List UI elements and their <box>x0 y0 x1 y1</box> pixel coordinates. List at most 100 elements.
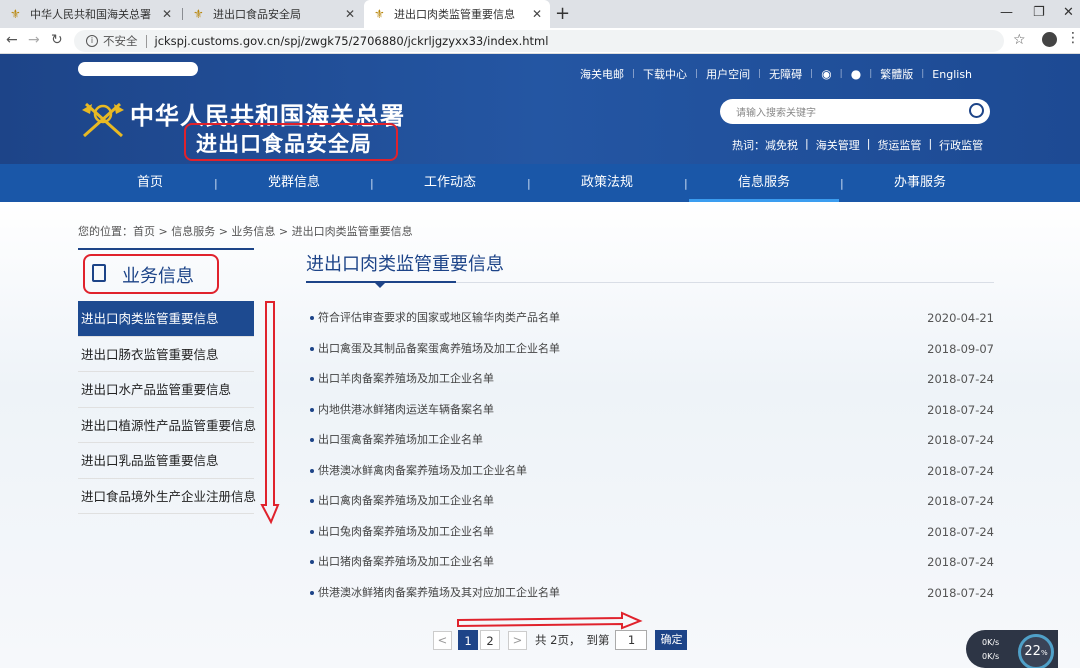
browser-tab[interactable]: ⚜ 中华人民共和国海关总署 ✕ <box>0 0 180 28</box>
list-item-title[interactable]: 供港澳冰鲜猪肉备案养殖场及其对应加工企业名单 <box>318 578 560 609</box>
sidebar-item-casing[interactable]: 进出口肠衣监管重要信息 <box>78 337 254 372</box>
profile-avatar-icon[interactable] <box>1042 32 1057 47</box>
bullet-icon <box>310 316 314 320</box>
confirm-button[interactable]: 确定 <box>655 630 688 650</box>
list-item[interactable]: 出口禽肉备案养殖场及加工企业名单 2018-07-24 <box>310 486 994 517</box>
info-icon[interactable]: i <box>86 35 98 47</box>
list-item-title[interactable]: 出口禽肉备案养殖场及加工企业名单 <box>318 486 494 517</box>
link-accessibility[interactable]: 无障碍 <box>769 66 802 82</box>
list-item[interactable]: 出口猪肉备案养殖场及加工企业名单 2018-07-24 <box>310 547 994 578</box>
sidebar-item-meat[interactable]: 进出口肉类监管重要信息 <box>78 301 254 337</box>
browser-menu-icon[interactable]: ⋮ <box>1066 30 1080 46</box>
page-number[interactable]: 2 <box>480 630 500 650</box>
list-item-title[interactable]: 出口蛋禽备案养殖场加工企业名单 <box>318 425 483 456</box>
restore-icon[interactable]: ❐ <box>1033 5 1045 20</box>
hot-word[interactable]: 减免税 <box>765 137 798 153</box>
browser-tab-bar: ⚜ 中华人民共和国海关总署 ✕ ⚜ 进出口食品安全局 ✕ ⚜ 进出口肉类监管重要… <box>0 0 1080 28</box>
list-item-title[interactable]: 内地供港冰鲜猪肉运送车辆备案名单 <box>318 395 494 426</box>
list-item-title[interactable]: 出口兔肉备案养殖场及加工企业名单 <box>318 517 494 548</box>
divider: | <box>695 69 699 79</box>
nav-info-service[interactable]: 信息服务 <box>689 164 839 202</box>
list-item[interactable]: 出口蛋禽备案养殖场加工企业名单 2018-07-24 <box>310 425 994 456</box>
breadcrumb[interactable]: 您的位置：首页 > 信息服务 > 业务信息 > 进出口肉类监管重要信息 <box>78 223 413 239</box>
nav-party[interactable]: 党群信息 <box>219 164 369 202</box>
sidebar-item-dairy[interactable]: 进出口乳品监管重要信息 <box>78 443 254 479</box>
bullet-icon <box>310 560 314 564</box>
bullet-icon <box>310 346 314 351</box>
info-list: 符合评估审查要求的国家或地区输华肉类产品名单 2020-04-21 出口禽蛋及其制… <box>310 303 994 608</box>
divider <box>145 34 147 48</box>
browser-tab-active[interactable]: ⚜ 进出口肉类监管重要信息 ✕ <box>364 0 550 28</box>
divider: | <box>869 69 873 79</box>
minimize-icon[interactable]: — <box>1000 5 1013 20</box>
nav-services[interactable]: 办事服务 <box>845 164 995 202</box>
divider: | <box>214 177 218 190</box>
close-tab-icon[interactable]: ✕ <box>162 7 172 21</box>
list-item-title[interactable]: 出口禽蛋及其制品备案蛋禽养殖场及加工企业名单 <box>318 334 560 365</box>
hot-word[interactable]: 行政监管 <box>939 137 983 153</box>
bullet-icon <box>310 499 314 503</box>
link-user-space[interactable]: 用户空间 <box>706 66 750 82</box>
nav-policy[interactable]: 政策法规 <box>532 164 682 202</box>
page-number-current[interactable]: 1 <box>458 630 478 650</box>
search-placeholder: 请输入搜索关键字 <box>736 108 816 119</box>
network-speed-widget[interactable]: 0K/s 0K/s 22% <box>966 630 1058 668</box>
list-item-title[interactable]: 出口羊肉备案养殖场及加工企业名单 <box>318 364 494 395</box>
list-item[interactable]: 出口羊肉备案养殖场及加工企业名单 2018-07-24 <box>310 364 994 395</box>
wechat-icon[interactable]: ● <box>851 67 861 81</box>
list-item[interactable]: 出口兔肉备案养殖场及加工企业名单 2018-07-24 <box>310 517 994 548</box>
customs-emblem-icon <box>82 102 124 138</box>
weibo-icon[interactable]: ◉ <box>821 67 831 81</box>
link-english[interactable]: English <box>932 68 972 81</box>
list-item-date: 2018-07-24 <box>927 555 994 569</box>
bullet-icon <box>310 407 314 412</box>
next-page-button[interactable]: > <box>508 630 527 650</box>
divider: | <box>758 69 762 79</box>
reload-icon[interactable]: ↻ <box>51 32 63 48</box>
bookmark-star-icon[interactable]: ☆ <box>1013 32 1026 48</box>
list-item-date: 2018-07-24 <box>927 463 994 478</box>
nav-work[interactable]: 工作动态 <box>375 164 525 202</box>
bullet-icon <box>310 529 314 534</box>
link-traditional[interactable]: 繁體版 <box>880 66 913 82</box>
link-download[interactable]: 下载中心 <box>643 66 687 82</box>
sidebar-item-registration[interactable]: 进口食品境外生产企业注册信息 <box>78 479 256 514</box>
list-item[interactable]: 供港澳冰鲜猪肉备案养殖场及其对应加工企业名单 2018-07-24 <box>310 578 994 609</box>
list-item[interactable]: 出口禽蛋及其制品备案蛋禽养殖场及加工企业名单 2018-09-07 <box>310 334 994 365</box>
browser-tab[interactable]: ⚜ 进出口食品安全局 ✕ <box>183 0 363 28</box>
forward-icon[interactable]: → <box>28 32 40 48</box>
close-tab-icon[interactable]: ✕ <box>532 7 542 21</box>
top-links: 海关电邮 | 下载中心 | 用户空间 | 无障碍 | ◉ | ● | 繁體版 |… <box>580 66 972 82</box>
divider: | <box>840 177 844 190</box>
goto-label: 到第 <box>586 633 610 647</box>
goto-page-input[interactable]: 1 <box>615 630 648 650</box>
prev-page-button[interactable]: < <box>433 630 452 650</box>
list-item[interactable]: 供港澳冰鲜禽肉备案养殖场及加工企业名单 2018-07-24 <box>310 456 994 487</box>
nav-home[interactable]: 首页 <box>75 164 225 202</box>
search-icon[interactable] <box>969 103 984 118</box>
address-bar-row: ← → ↻ i 不安全 jckspj.customs.gov.cn/spj/zw… <box>0 28 1080 54</box>
list-item-title[interactable]: 出口猪肉备案养殖场及加工企业名单 <box>318 547 494 578</box>
tab-title: 进出口肉类监管重要信息 <box>394 8 515 21</box>
list-item-title[interactable]: 供港澳冰鲜禽肉备案养殖场及加工企业名单 <box>318 456 527 487</box>
sidebar-item-aquatic[interactable]: 进出口水产品监管重要信息 <box>78 372 254 408</box>
new-tab-icon[interactable]: + <box>555 3 570 24</box>
sidebar-list: 进出口肉类监管重要信息 进出口肠衣监管重要信息 进出口水产品监管重要信息 进出口… <box>78 301 256 514</box>
search-input[interactable]: 请输入搜索关键字 <box>720 99 990 124</box>
list-item[interactable]: 符合评估审查要求的国家或地区输华肉类产品名单 2020-04-21 <box>310 303 994 334</box>
list-item-title[interactable]: 符合评估审查要求的国家或地区输华肉类产品名单 <box>318 303 560 334</box>
divider: | <box>921 69 925 79</box>
list-item[interactable]: 内地供港冰鲜猪肉运送车辆备案名单 2018-07-24 <box>310 395 994 426</box>
back-icon[interactable]: ← <box>6 32 18 48</box>
link-email[interactable]: 海关电邮 <box>580 66 624 82</box>
sidebar-item-plant[interactable]: 进出口植源性产品监管重要信息 <box>78 408 256 443</box>
hot-word[interactable]: 海关管理 <box>816 137 860 153</box>
hot-words: 热词： 减免税 | 海关管理 | 货运监管 | 行政监管 <box>732 137 983 153</box>
divider: | <box>527 177 531 190</box>
hot-word[interactable]: 货运监管 <box>877 137 921 153</box>
list-item-date: 2018-07-24 <box>927 372 994 386</box>
close-window-icon[interactable]: ✕ <box>1063 5 1074 20</box>
url-field[interactable]: i 不安全 jckspj.customs.gov.cn/spj/zwgk75/2… <box>74 30 1004 52</box>
redaction-mark <box>78 62 198 76</box>
close-tab-icon[interactable]: ✕ <box>345 7 355 21</box>
